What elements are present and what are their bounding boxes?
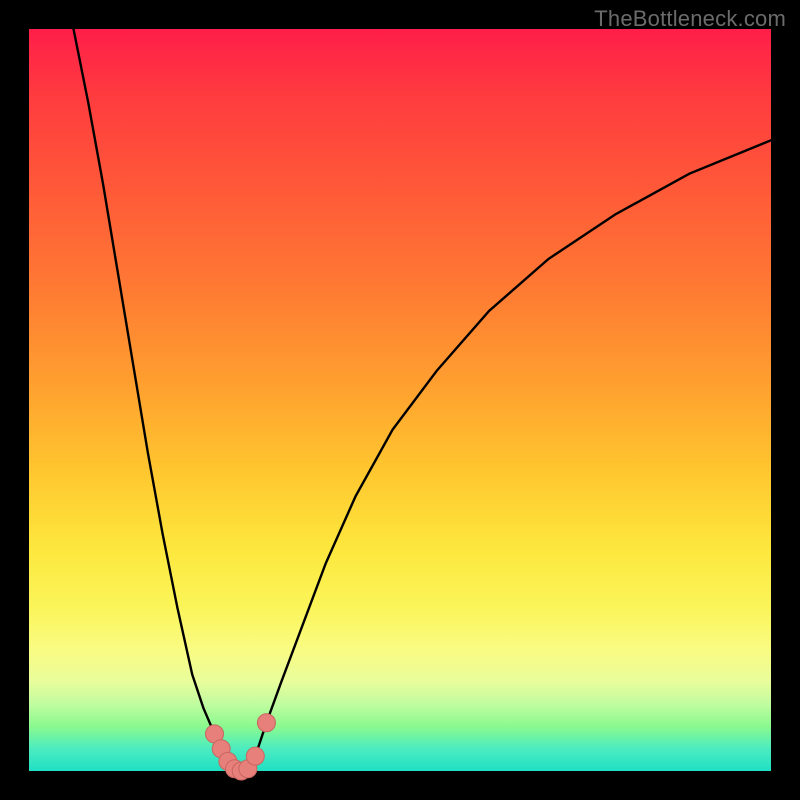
left-curve	[74, 29, 235, 769]
chart-frame: TheBottleneck.com	[0, 0, 800, 800]
trough-marker	[246, 747, 264, 765]
plot-area	[29, 29, 771, 771]
right-curve	[248, 140, 771, 768]
trough-markers	[206, 714, 276, 780]
trough-marker	[257, 714, 275, 732]
curve-layer	[29, 29, 771, 771]
